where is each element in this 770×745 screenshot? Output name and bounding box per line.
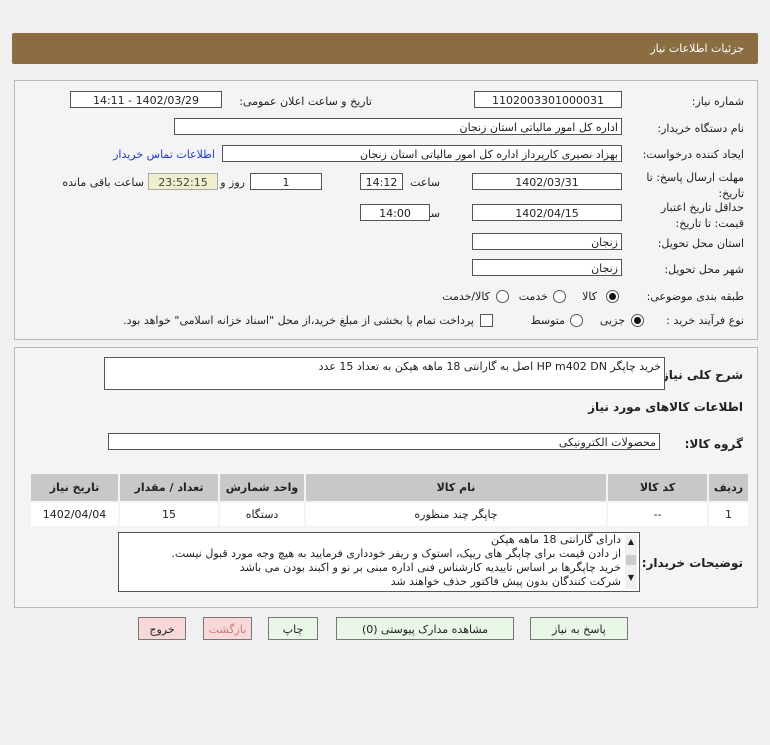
process-option-minor: جزیی	[599, 314, 625, 327]
cell-date: 1402/04/04	[29, 501, 120, 528]
notes-label: توضیحات خریدار:	[641, 556, 743, 570]
province-label: استان محل تحویل:	[657, 237, 744, 250]
announce-label: تاریخ و ساعت اعلان عمومی:	[239, 95, 372, 108]
deadline-date-field: 1402/03/31	[472, 173, 622, 190]
buyer-field: اداره کل امور مالیاتی استان زنجان	[174, 118, 622, 135]
description-field: خرید چاپگر HP m402 DN اصل به گارانتی 18 …	[104, 357, 665, 390]
category-option-goods: کالا	[582, 290, 597, 303]
cell-row: 1	[707, 501, 750, 528]
col-name: نام کالا	[304, 472, 608, 503]
group-field: محصولات الکترونیکی	[108, 433, 660, 450]
notes-textarea[interactable]: دارای گارانتی 18 ماهه هپکن از دادن قیمت …	[118, 532, 640, 592]
process-option-medium: متوسط	[530, 314, 565, 327]
validity-label: حداقل تاریخ اعتبار قیمت: تا تاریخ:	[660, 201, 744, 230]
notes-scrollbar[interactable]: ▲ ▼	[625, 535, 637, 589]
notes-line: از دادن قیمت برای چاپگر های ریپک، استوک …	[171, 547, 621, 560]
scroll-up-icon[interactable]: ▲	[625, 535, 637, 549]
print-button[interactable]: چاپ	[268, 617, 318, 640]
group-label: گروه کالا:	[684, 437, 743, 451]
category-label: طبقه بندی موضوعی:	[646, 290, 744, 303]
deadline-label: مهلت ارسال پاسخ: تا تاریخ:	[646, 171, 744, 200]
category-radio-goods[interactable]	[606, 290, 619, 303]
province-field: زنجان	[472, 233, 622, 250]
table-row: 1 -- چاپگر چند منظوره دستگاه 15 1402/04/…	[29, 501, 750, 528]
cell-qty: 15	[118, 501, 220, 528]
process-radio-medium[interactable]	[570, 314, 583, 327]
goods-section-title: اطلاعات کالاهای مورد نیاز	[588, 400, 743, 414]
page-header: جزئیات اطلاعات نیاز	[12, 33, 758, 64]
category-radio-service[interactable]	[553, 290, 566, 303]
days-field: 1	[250, 173, 322, 190]
buyer-contact-link[interactable]: اطلاعات تماس خریدار	[113, 148, 215, 161]
category-option-goods-service: کالا/خدمت	[442, 290, 490, 303]
process-label: نوع فرآیند خرید :	[666, 314, 744, 327]
notes-line: دارای گارانتی 18 ماهه هپکن	[491, 533, 621, 546]
col-qty: تعداد / مقدار	[118, 472, 220, 503]
city-field: زنجان	[472, 259, 622, 276]
reply-button[interactable]: پاسخ به نیاز	[530, 617, 628, 640]
back-button[interactable]: بازگشت	[203, 617, 252, 640]
view-documents-button[interactable]: مشاهده مدارک پیوستی (0)	[336, 617, 514, 640]
notes-line: شرکت کنندگان بدون پیش فاکتور حذف خواهند …	[390, 575, 621, 588]
announce-field: 1402/03/29 - 14:11	[70, 91, 222, 108]
remaining-timer: 23:52:15	[148, 173, 218, 190]
cell-code: --	[606, 501, 709, 528]
deadline-time-field: 14:12	[360, 173, 403, 190]
creator-field: بهزاد نصیری کارپرداز اداره کل امور مالیا…	[222, 145, 622, 162]
page-title: جزئیات اطلاعات نیاز	[650, 42, 744, 55]
deadline-time-label: ساعت	[410, 176, 440, 189]
notes-line: خرید چاپگرها بر اساس تاییدیه کارشناس فنی…	[239, 561, 621, 574]
cell-unit: دستگاه	[218, 501, 306, 528]
exit-button[interactable]: خروج	[138, 617, 186, 640]
col-unit: واحد شمارش	[218, 472, 306, 503]
city-label: شهر محل تحویل:	[664, 263, 744, 276]
col-date: تاریخ نیاز	[29, 472, 120, 503]
col-row: ردیف	[707, 472, 750, 503]
validity-time-field: 14:00	[360, 204, 430, 221]
need-number-label: شماره نیاز:	[691, 95, 744, 108]
validity-date-field: 1402/04/15	[472, 204, 622, 221]
goods-table: ردیف کد کالا نام کالا واحد شمارش تعداد /…	[29, 472, 750, 528]
buyer-label: نام دستگاه خریدار:	[657, 122, 744, 135]
need-number-field: 1102003301000031	[474, 91, 622, 108]
creator-label: ایجاد کننده درخواست:	[642, 148, 744, 161]
treasury-payment-label: پرداخت تمام یا بخشی از مبلغ خرید،از محل …	[123, 314, 474, 327]
cell-name: چاپگر چند منظوره	[304, 501, 608, 528]
col-code: کد کالا	[606, 472, 709, 503]
treasury-payment-checkbox[interactable]	[480, 314, 493, 327]
scroll-thumb[interactable]	[626, 555, 636, 565]
description-label: شرح کلی نیاز:	[657, 368, 743, 382]
category-option-service: خدمت	[518, 290, 548, 303]
process-radio-minor[interactable]	[631, 314, 644, 327]
days-label: روز و	[220, 176, 245, 189]
scroll-down-icon[interactable]: ▼	[625, 571, 637, 585]
remaining-label: ساعت باقی مانده	[62, 176, 144, 189]
category-radio-goods-service[interactable]	[496, 290, 509, 303]
table-header-row: ردیف کد کالا نام کالا واحد شمارش تعداد /…	[29, 472, 750, 503]
